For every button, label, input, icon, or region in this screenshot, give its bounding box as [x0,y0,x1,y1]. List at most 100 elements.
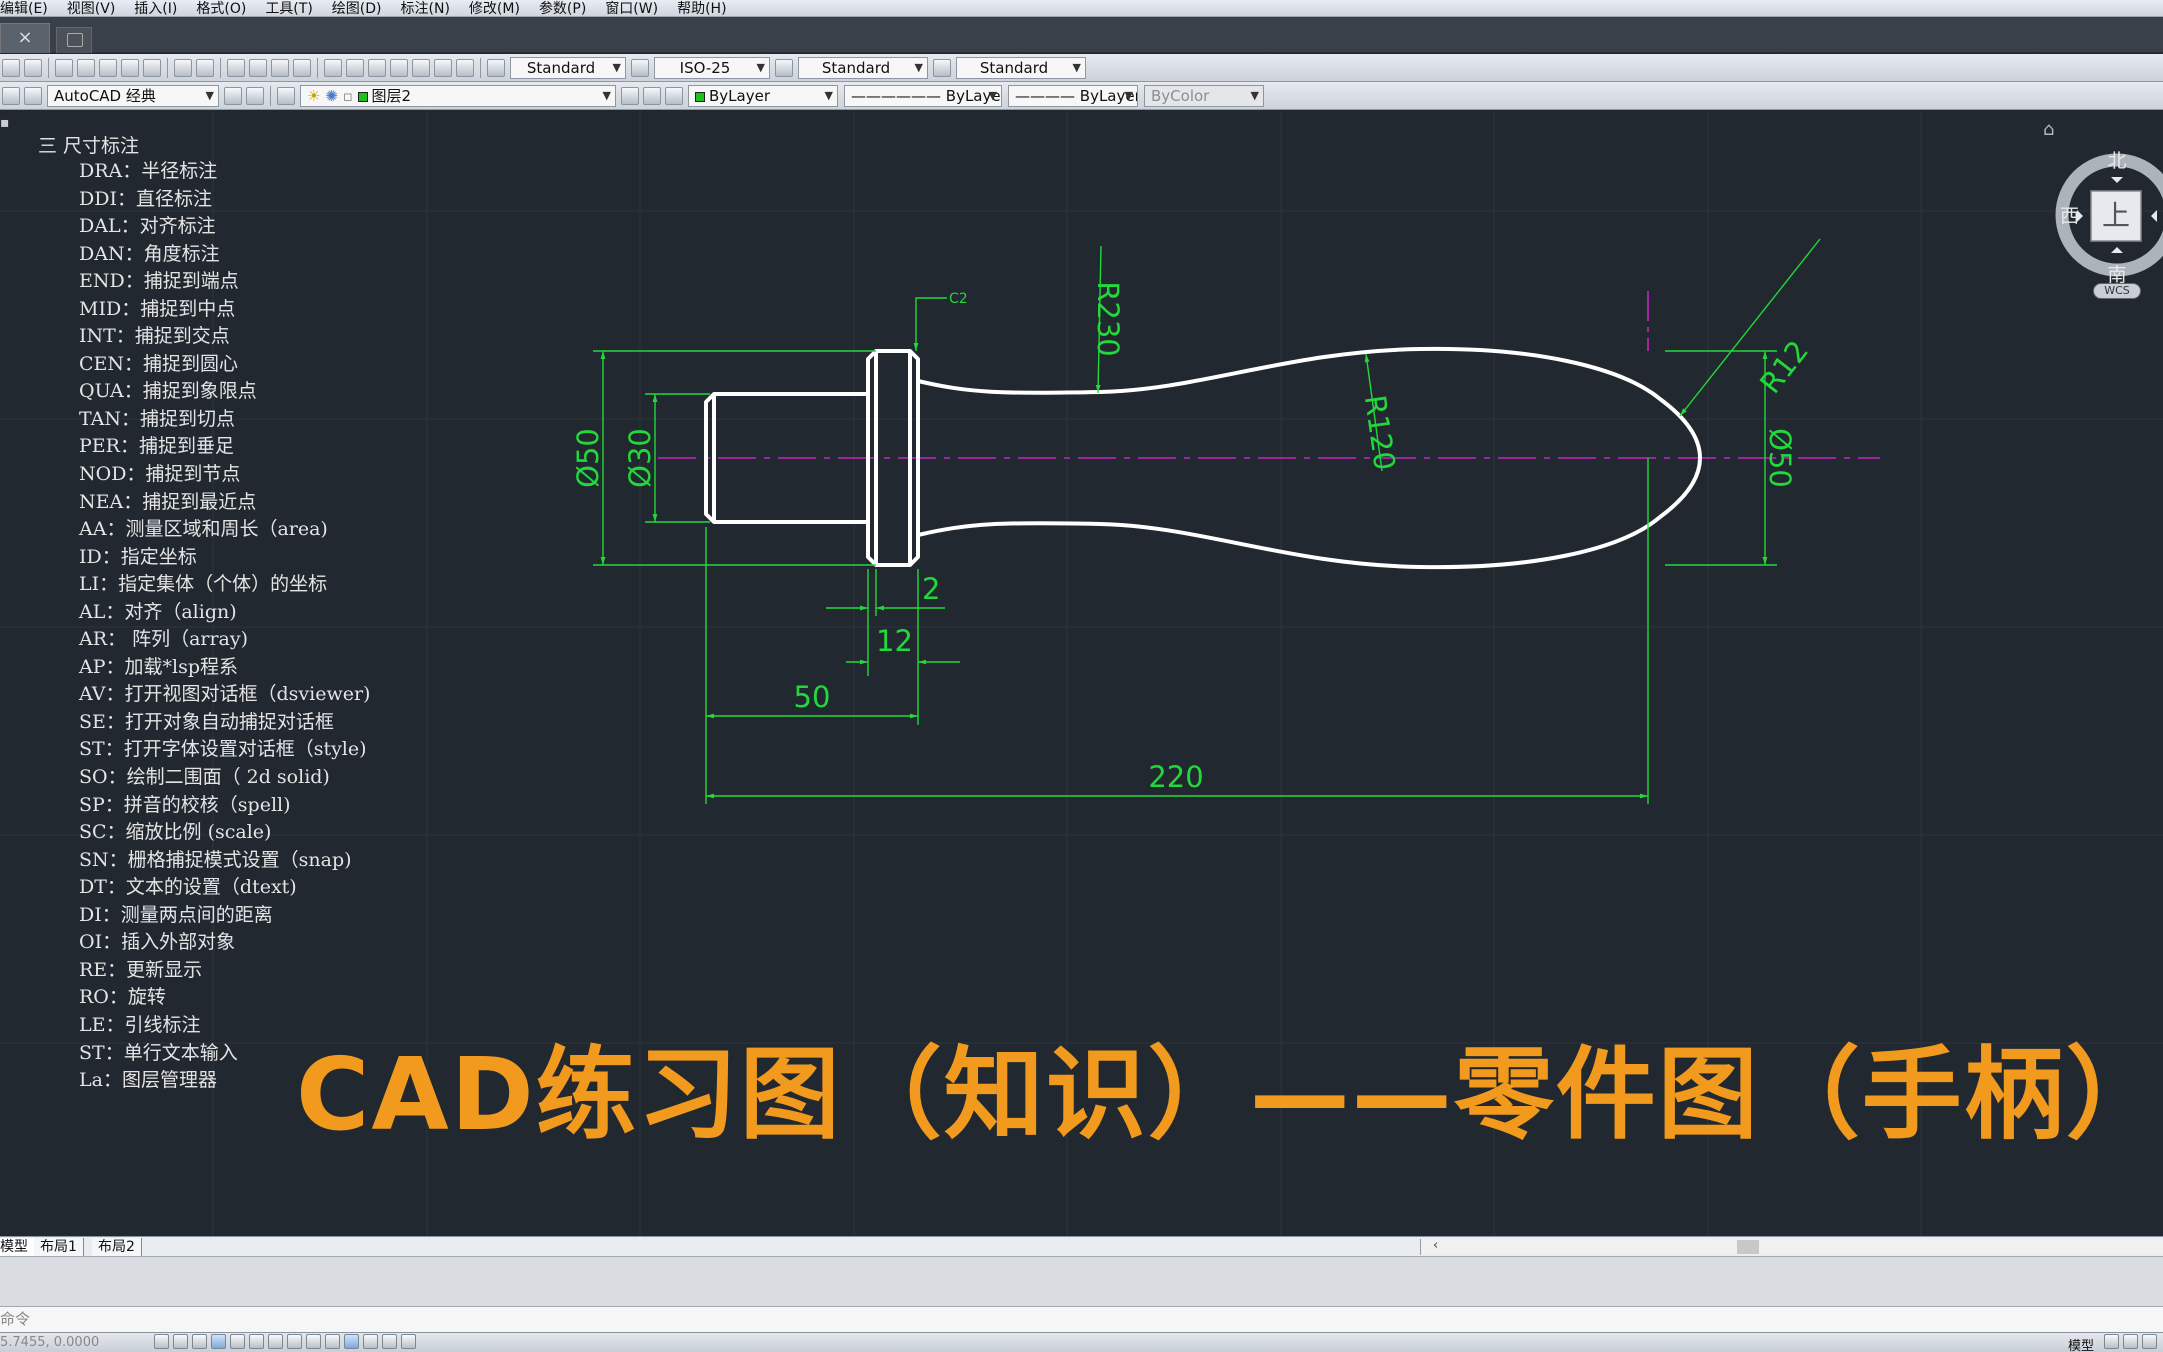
viewcube-arrow-right-icon[interactable] [2151,210,2157,222]
tab-layout2[interactable]: 布局2 [92,1238,142,1256]
quick-view-drawings-icon[interactable] [2123,1334,2138,1349]
snap-mode-icon[interactable] [173,1334,188,1349]
text-style-value: Standard [526,58,596,77]
viewcube-arrow-down-icon[interactable] [2111,247,2123,253]
layer-state-icon[interactable] [665,86,683,105]
object-snap-tracking-icon[interactable] [287,1334,302,1349]
coordinate-readout: 5.7455, 0.0000 [0,1335,100,1350]
text-style-icon[interactable] [487,58,505,77]
ortho-mode-icon[interactable] [211,1334,226,1349]
tab-model[interactable]: 模型 [0,1238,35,1256]
new-tab-icon [67,33,83,47]
help-icon[interactable] [456,58,474,77]
color-select[interactable]: ByLayer ▼ [688,84,838,107]
wcs-menu-button[interactable]: WCS [2093,283,2141,299]
multileader-style-select[interactable]: Standard ▼ [956,56,1086,79]
zoom-previous-icon[interactable] [293,58,311,77]
tab-layout1[interactable]: 布局1 [34,1238,84,1256]
drawing-canvas[interactable]: ▪ 三 尺寸标注 DRA：半径标注 DDI：直径标注 DAL：对齐标注 DAN：角度标… [0,111,2163,1236]
layer-select[interactable]: ☀ ✺ ▫ 图层2 ▼ [300,84,616,107]
table-style-select[interactable]: Standard ▼ [798,56,928,79]
quick-view-layouts-icon[interactable] [2104,1334,2119,1349]
paste-block-icon[interactable] [121,58,139,77]
redo-icon[interactable] [196,58,214,77]
menu-help[interactable]: 帮助(H) [669,0,737,18]
customize-icon[interactable] [246,86,264,105]
dimension-style-value: ISO-25 [679,58,731,77]
pan-icon[interactable] [227,58,245,77]
command-line-input[interactable]: 命令 [0,1306,2163,1332]
scroll-left-icon[interactable]: ‹ [1433,1238,1438,1253]
viewcube[interactable]: 上 北 南 西 [2055,131,2163,331]
layer-properties-icon[interactable] [277,86,295,105]
workspace-settings-icon[interactable] [24,86,42,105]
menu-format[interactable]: 格式(O) [188,0,257,18]
text-style-select[interactable]: Standard ▼ [510,56,626,79]
horizontal-scrollbar[interactable]: ‹ [1420,1238,2163,1255]
markup-icon[interactable] [412,58,430,77]
dimension-style-select[interactable]: ISO-25 ▼ [654,56,770,79]
menu-parametric[interactable]: 参数(P) [531,0,597,18]
document-tab-close-button[interactable]: × [0,23,50,53]
layer-value: 图层2 [371,86,412,105]
lightbulb-icon: ☀ [307,86,321,105]
linetype-select[interactable]: —————— ByLayer ▼ [844,84,1002,107]
3d-object-snap-icon[interactable] [268,1334,283,1349]
selection-cycling-icon[interactable] [401,1334,416,1349]
make-current-layer-icon[interactable] [621,86,639,105]
lineweight-icon[interactable] [344,1334,359,1349]
paste-icon[interactable] [99,58,117,77]
table-style-value: Standard [821,58,891,77]
multileader-style-icon[interactable] [933,58,951,77]
lineweight-select[interactable]: ———— ByLayer ▼ [1008,84,1138,107]
menu-view[interactable]: 视图(V) [59,0,127,18]
menu-edit[interactable]: 编辑(E) [0,0,59,18]
model-space-label[interactable]: 模型 [2068,1335,2094,1352]
workspace-icon[interactable] [2,86,20,105]
menu-tools[interactable]: 工具(T) [257,0,323,18]
polar-tracking-icon[interactable] [230,1334,245,1349]
cut-icon[interactable] [55,58,73,77]
dim-text-12: 12 [876,624,913,658]
menu-insert[interactable]: 插入(I) [126,0,188,18]
design-center-icon[interactable] [346,58,364,77]
calculator-icon[interactable] [434,58,452,77]
quick-properties-icon[interactable] [382,1334,397,1349]
scrollbar-thumb[interactable] [1737,1240,1759,1254]
zoom-realtime-icon[interactable] [249,58,267,77]
menu-dimension[interactable]: 标注(N) [393,0,461,18]
copy-icon[interactable] [77,58,95,77]
file-tab-strip: × [0,17,2163,53]
layers-properties-toolbar: AutoCAD 经典 ▼ ☀ ✺ ▫ 图层2 ▼ ByLayer ▼ —————— B… [0,82,2163,110]
new-tab-button[interactable] [56,27,92,53]
gear-icon[interactable] [224,86,242,105]
zoom-window-icon[interactable] [271,58,289,77]
table-style-icon[interactable] [775,58,793,77]
dimension-style-icon[interactable] [631,58,649,77]
transparency-icon[interactable] [363,1334,378,1349]
undo-icon[interactable] [174,58,192,77]
dynamic-input-icon[interactable] [325,1334,340,1349]
layer-previous-icon[interactable] [643,86,661,105]
annotation-scale-icon[interactable] [2142,1334,2157,1349]
qnew-icon[interactable] [2,58,20,77]
dynamic-ucs-icon[interactable] [306,1334,321,1349]
toolbar-separator [167,57,168,78]
sheet-set-icon[interactable] [390,58,408,77]
properties-icon[interactable] [324,58,342,77]
object-snap-icon[interactable] [249,1334,264,1349]
tool-palettes-icon[interactable] [368,58,386,77]
viewcube-arrow-up-icon[interactable] [2111,177,2123,183]
menu-window[interactable]: 窗口(W) [597,0,669,18]
infer-constraints-icon[interactable] [154,1334,169,1349]
open-icon[interactable] [24,58,42,77]
grid-display-icon[interactable] [192,1334,207,1349]
dim-text-50: 50 [794,680,831,714]
menu-modify[interactable]: 修改(M) [461,0,531,18]
workspace-select[interactable]: AutoCAD 经典 ▼ [47,84,219,107]
home-icon[interactable]: ⌂ [2043,119,2054,140]
toolbar-separator [220,57,221,78]
layout-tab-bar: 模型 布局1 布局2 ‹ [0,1236,2163,1256]
match-properties-icon[interactable] [143,58,161,77]
menu-draw[interactable]: 绘图(D) [324,0,393,18]
